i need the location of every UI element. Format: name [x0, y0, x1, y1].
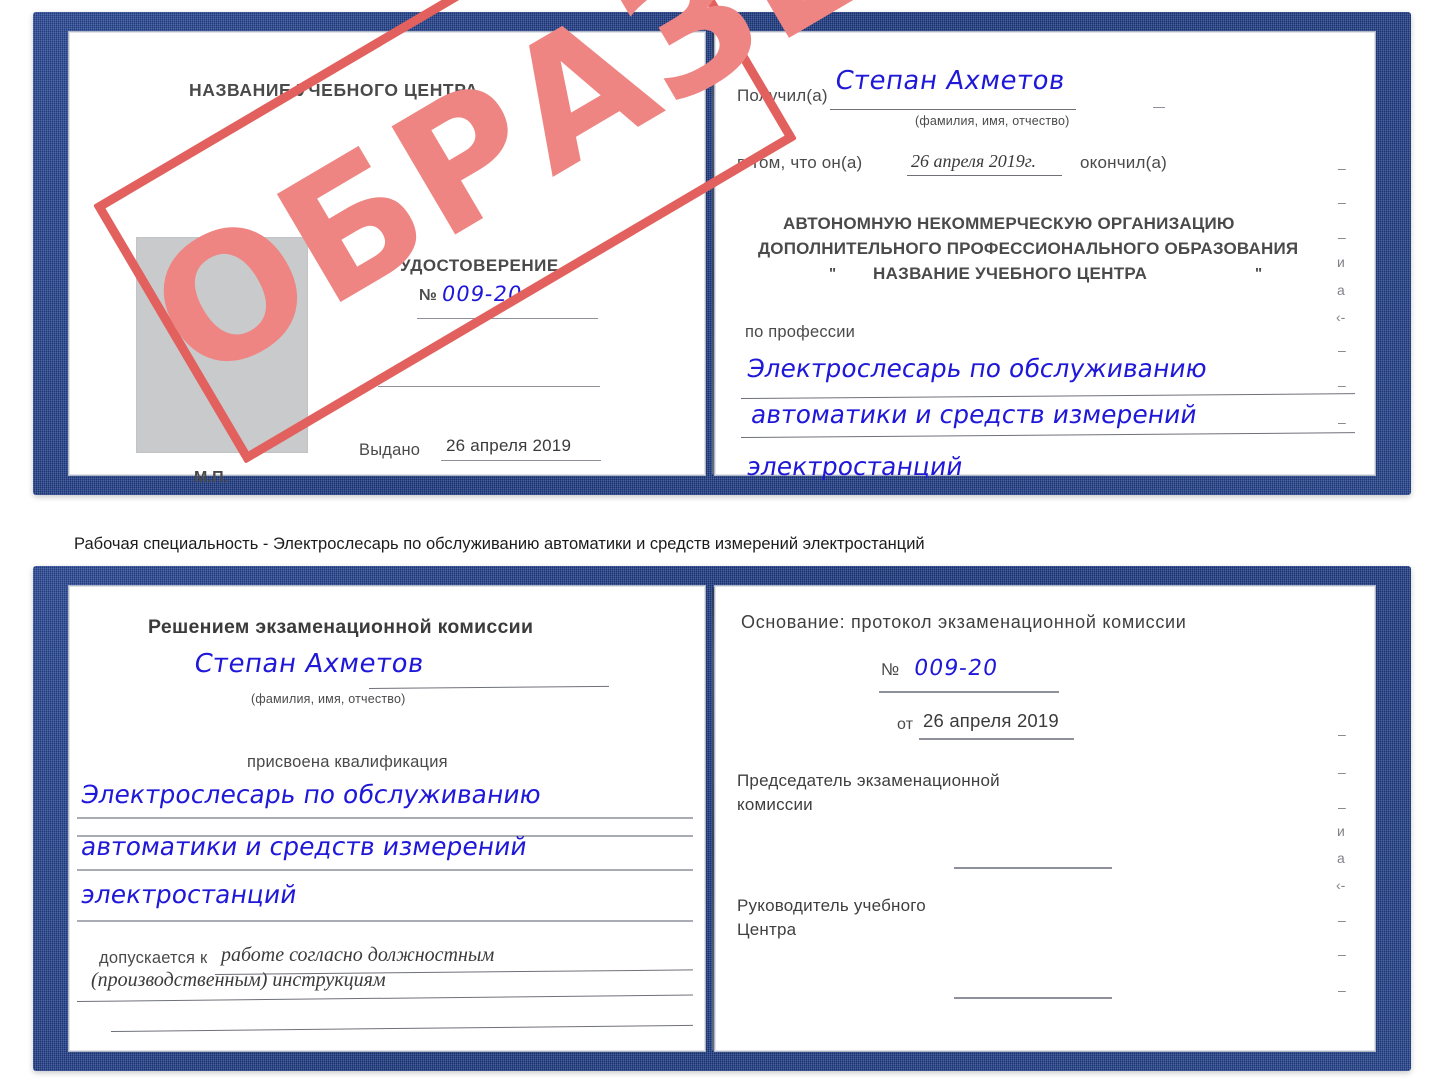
ghost-mark-3: – — [1338, 229, 1346, 245]
certificate-spine — [712, 588, 714, 1050]
admitted-label: допускается к — [99, 949, 208, 967]
sheet-edge — [715, 586, 1375, 1051]
finished-label: окончил(а) — [1080, 153, 1167, 172]
protocol-date-rule — [919, 738, 1074, 740]
quote-close: " — [1255, 265, 1263, 282]
ghost-mark-7: – — [1338, 912, 1346, 928]
ghost-mark-1: – — [1338, 726, 1346, 742]
chairman-label-line-2: комиссии — [737, 795, 813, 814]
certificate-bottom-right-page: Основание: протокол экзаменационной коми… — [715, 586, 1375, 1051]
ghost-mark-3: – — [1338, 799, 1346, 815]
ghost-mark-2: – — [1338, 194, 1346, 210]
qualification-line-3: электростанций — [79, 880, 299, 909]
protocol-number-value: 009-20 — [912, 656, 1000, 681]
admitted-line-2: (производственным) инструкциям — [91, 969, 386, 991]
ghost-mark-5: а — [1337, 850, 1345, 866]
qualification-rule-2 — [77, 869, 693, 871]
organization-line-2: ДОПОЛНИТЕЛЬНОГО ПРОФЕССИОНАЛЬНОГО ОБРАЗО… — [758, 239, 1299, 258]
certificate-bottom: Решением экзаменационной комиссии Степан… — [33, 566, 1411, 1071]
commission-heading: Решением экзаменационной комиссии — [148, 616, 534, 638]
name-hint: (фамилия, имя, отчество) — [915, 114, 1070, 128]
chairman-label-line-1: Председатель экзаменационной — [737, 771, 1000, 790]
chairman-signature-rule — [954, 867, 1112, 869]
ghost-mark-8: – — [1338, 946, 1346, 962]
certificate-bottom-left-page: Решением экзаменационной комиссии Степан… — [69, 586, 705, 1051]
qualification-line-1: Электрослесарь по обслуживанию — [79, 780, 544, 809]
qualification-rule-1 — [77, 817, 693, 819]
ghost-mark-4: и — [1337, 823, 1345, 839]
admitted-rule-2 — [76, 994, 693, 1002]
completion-date-rule — [907, 175, 1062, 176]
name-rule-stub — [1153, 107, 1165, 108]
completion-date-value: 26 апреля 2019г. — [911, 151, 1037, 171]
admitted-line-1: работе согласно должностным — [221, 944, 495, 966]
profession-rule-1 — [740, 393, 1355, 399]
seal-label: М.П. — [194, 469, 229, 486]
protocol-number-rule — [879, 691, 1059, 693]
training-center-heading: НАЗВАНИЕ УЧЕБНОГО ЦЕНТРА — [189, 80, 479, 100]
profession-line-1: Электрослесарь по обслуживанию — [745, 354, 1210, 383]
ghost-mark-4: и — [1337, 254, 1345, 270]
issued-date-rule — [441, 460, 601, 461]
photo-placeholder — [137, 238, 307, 452]
ghost-mark-6: ‹- — [1336, 877, 1346, 893]
issued-date-value: 26 апреля 2019 — [446, 436, 572, 455]
document-type-label: УДОСТОВЕРЕНИЕ — [400, 256, 559, 275]
quote-open: " — [829, 265, 837, 282]
received-label: Получил(а) — [737, 86, 828, 105]
admitted-rule-3 — [110, 1024, 693, 1032]
ghost-mark-9: – — [1338, 414, 1346, 430]
protocol-number-label: № — [881, 660, 900, 679]
recipient-name-rule — [830, 109, 1076, 110]
head-signature-rule — [954, 997, 1112, 999]
certificate-top-left-page: НАЗВАНИЕ УЧЕБНОГО ЦЕНТРА М.П. УДОСТОВЕРЕ… — [69, 32, 705, 486]
from-label: от — [897, 716, 914, 733]
basis-label: Основание: протокол экзаменационной коми… — [741, 612, 1187, 632]
recipient-name-value: Степан Ахметов — [833, 66, 1068, 96]
graduate-name-value: Степан Ахметов — [192, 649, 427, 679]
organization-name: НАЗВАНИЕ УЧЕБНОГО ЦЕНТРА — [873, 264, 1148, 283]
protocol-date-value: 26 апреля 2019 — [923, 710, 1059, 731]
in-that-label: в том, что он(а) — [737, 153, 863, 172]
graduate-name-rule — [368, 685, 609, 689]
ghost-mark-2: – — [1338, 764, 1346, 780]
ghost-mark-6: ‹- — [1336, 309, 1346, 325]
certificate-spine — [712, 34, 714, 474]
issued-label: Выдано — [359, 441, 421, 459]
qualification-rule-3 — [77, 920, 693, 922]
certificate-number-value: 009-20 — [440, 282, 525, 306]
profession-line-2: автоматики и средств измерений — [749, 400, 1200, 429]
profession-line-3: электростанций — [745, 452, 965, 481]
ghost-mark-5: а — [1337, 282, 1345, 298]
image-caption: Рабочая специальность - Электрослесарь п… — [74, 535, 925, 553]
certificate-top: НАЗВАНИЕ УЧЕБНОГО ЦЕНТРА М.П. УДОСТОВЕРЕ… — [33, 0, 1411, 495]
profession-rule-2 — [740, 432, 1355, 438]
qualification-line-2: автоматики и средств измерений — [79, 832, 530, 861]
head-label-line-2: Центра — [737, 920, 797, 939]
name-hint: (фамилия, имя, отчество) — [251, 692, 406, 706]
number-label: № — [419, 287, 438, 304]
ghost-mark-8: – — [1338, 377, 1346, 393]
profession-label: по профессии — [745, 323, 856, 341]
number-rule — [417, 318, 598, 319]
ghost-mark-9: – — [1338, 982, 1346, 998]
ghost-mark-1: – — [1338, 160, 1346, 176]
head-label-line-1: Руководитель учебного — [737, 896, 926, 915]
qualification-label: присвоена квалификация — [247, 753, 448, 771]
ghost-mark-7: – — [1338, 342, 1346, 358]
organization-line-1: АВТОНОМНУЮ НЕКОММЕРЧЕСКУЮ ОРГАНИЗАЦИЮ — [783, 214, 1235, 233]
certificate-top-right-page: Получил(а) Степан Ахметов (фамилия, имя,… — [715, 32, 1375, 481]
blank-rule-1 — [378, 386, 600, 387]
